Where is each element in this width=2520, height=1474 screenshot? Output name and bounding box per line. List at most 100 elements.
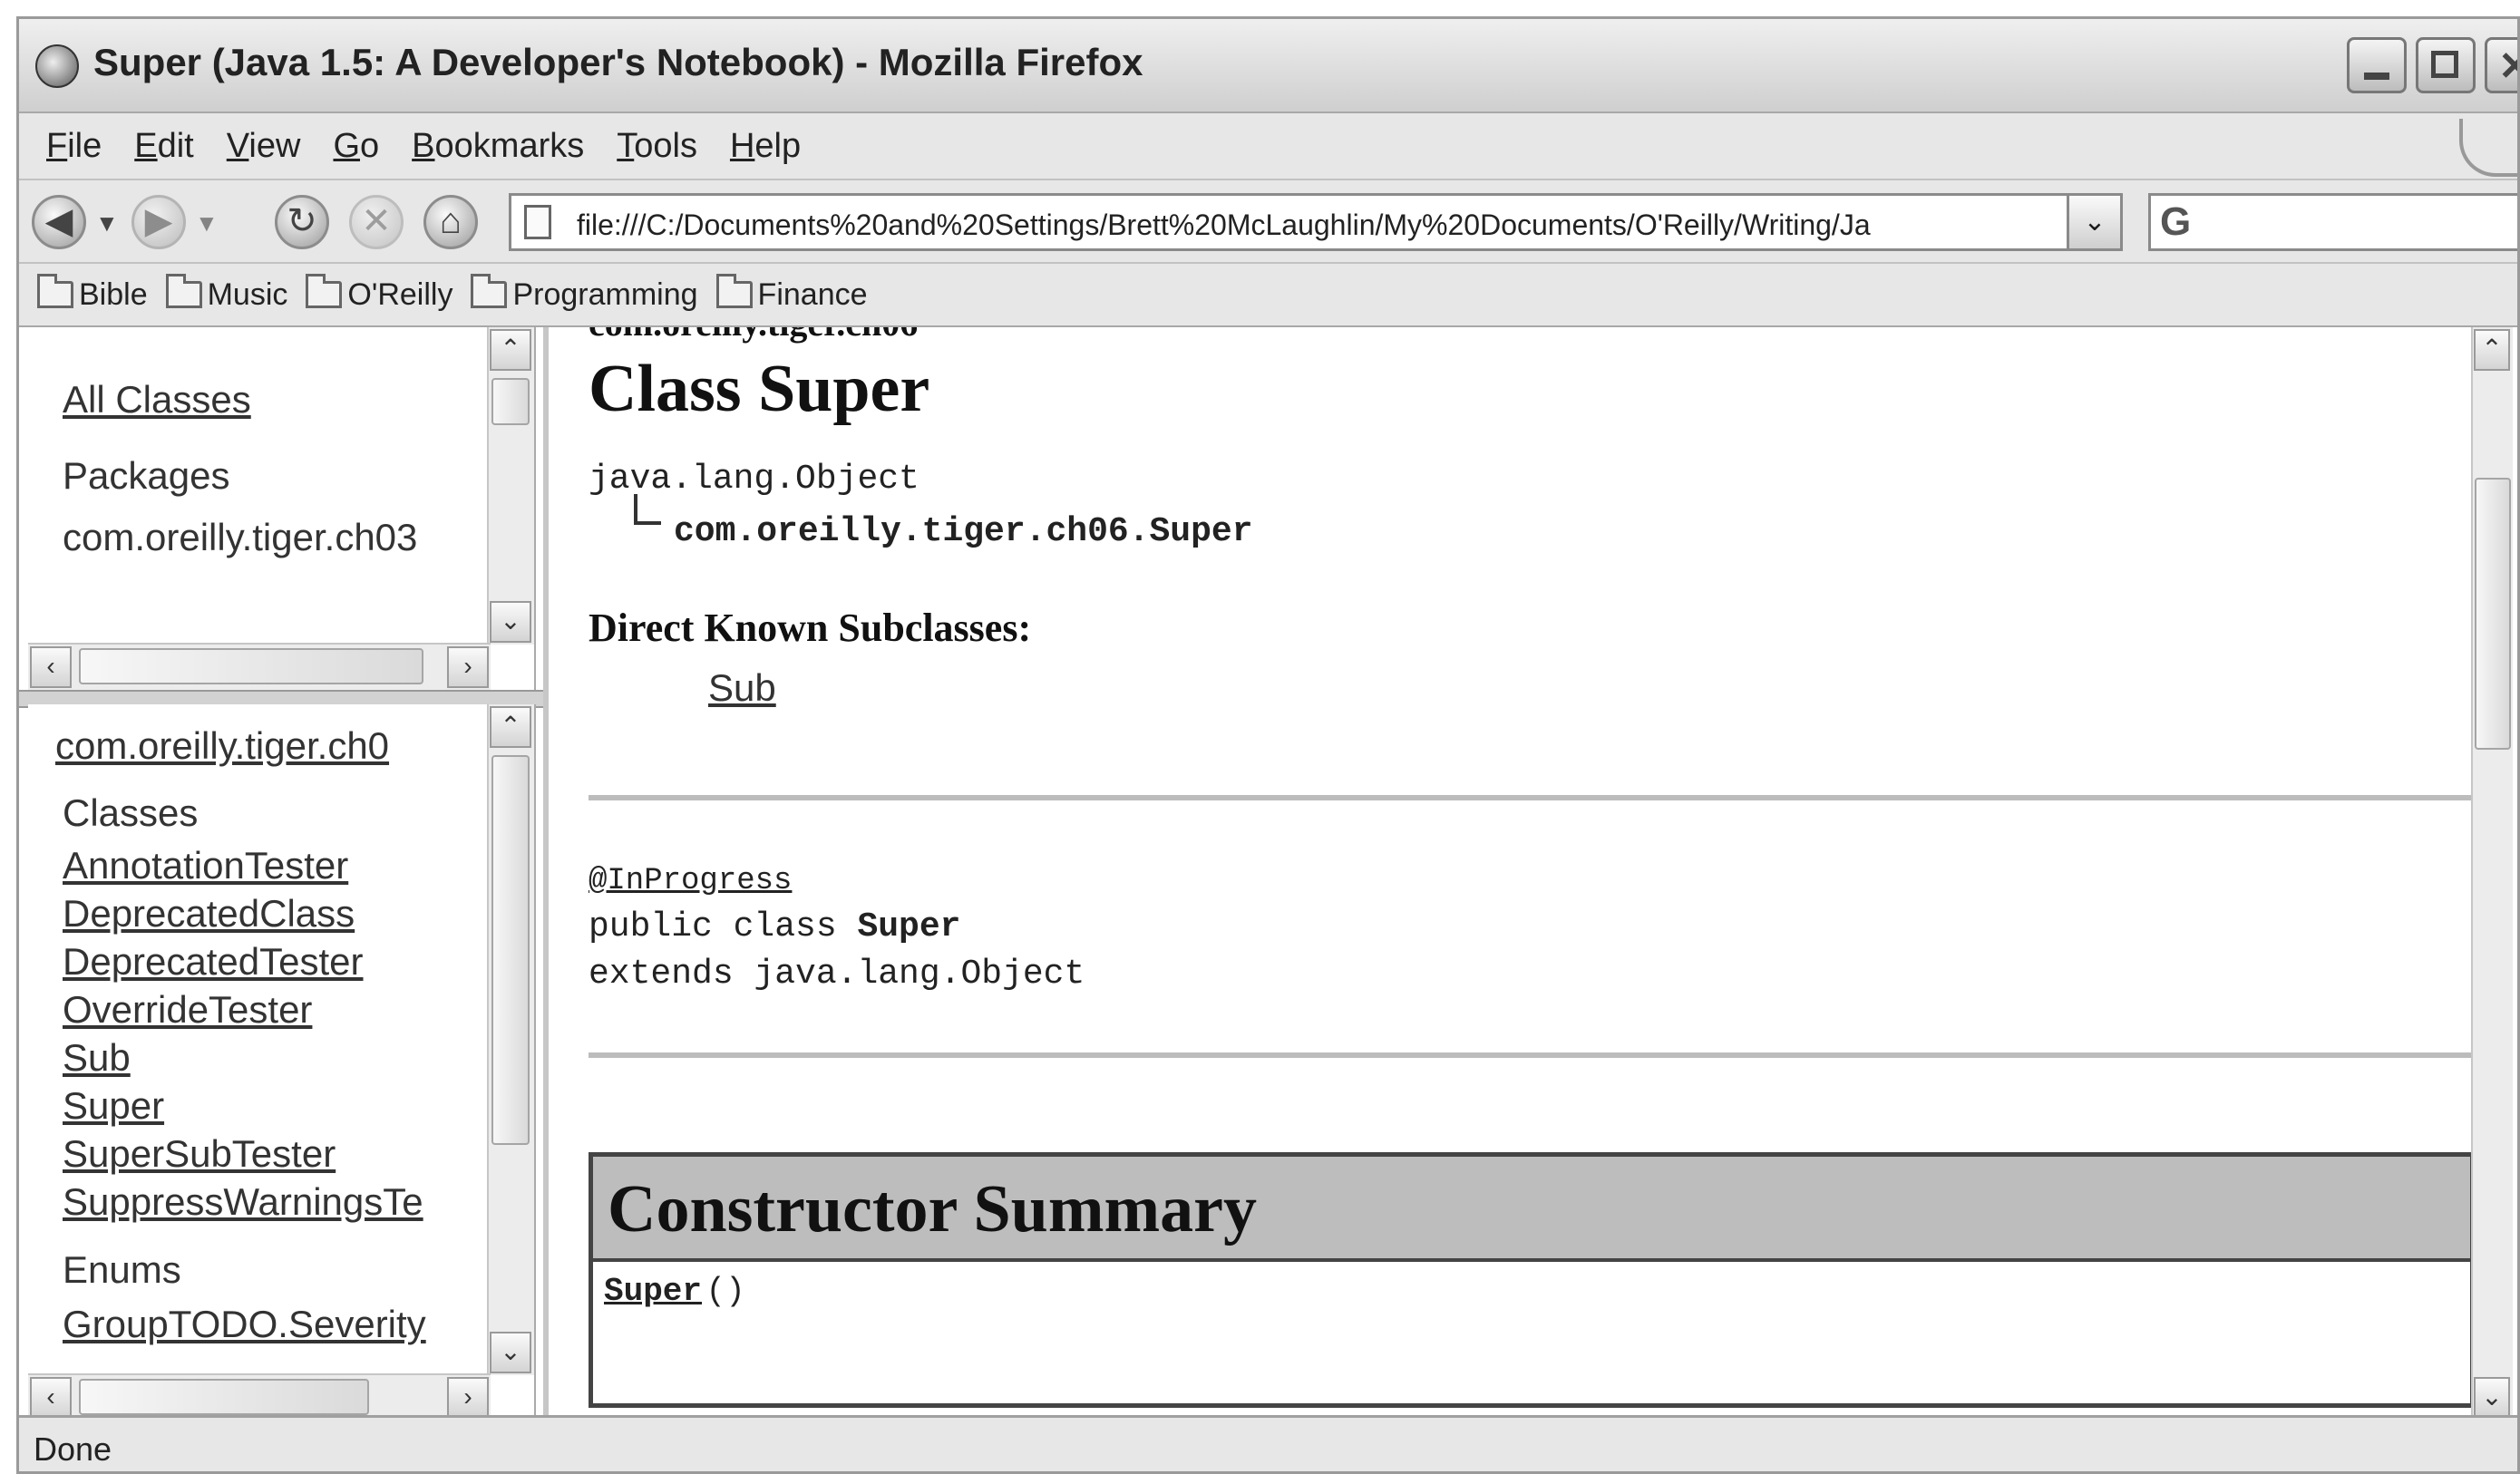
scroll-thumb[interactable] — [2475, 478, 2511, 750]
packages-heading: Packages — [63, 454, 230, 497]
class-list: AnnotationTester DeprecatedClass Depreca… — [63, 844, 423, 1228]
menu-go[interactable]: Go — [333, 127, 379, 166]
scroll-up-icon[interactable]: ⌃ — [490, 329, 531, 371]
folder-icon — [715, 274, 753, 308]
summary-title: Constructor Summary — [608, 1172, 1257, 1246]
bookmark-finance[interactable]: Finance — [715, 274, 868, 313]
constructor-row: Super () — [604, 1273, 745, 1310]
search-input[interactable]: G — [2148, 193, 2517, 251]
package-link[interactable]: com.oreilly.tiger.ch03 — [63, 516, 417, 559]
navigation-toolbar: ◀ ▼ ▶ ▼ ↻ ✕ ⌂ file:///C:/Documents%20and… — [19, 180, 2517, 264]
stop-button[interactable]: ✕ — [349, 195, 404, 249]
folder-icon — [37, 274, 73, 308]
annotation-link[interactable]: @InProgress — [589, 864, 792, 898]
divider — [589, 795, 2475, 800]
folder-icon — [165, 274, 202, 308]
menu-bookmarks[interactable]: Bookmarks — [412, 127, 584, 166]
menu-help[interactable]: Help — [730, 127, 801, 166]
bookmark-bible[interactable]: Bible — [37, 274, 148, 313]
class-link-supersubtester[interactable]: SuperSubTester — [63, 1132, 423, 1180]
browser-window: Super (Java 1.5: A Developer's Notebook)… — [16, 16, 2520, 1474]
scroll-down-icon[interactable]: ⌄ — [2474, 1377, 2510, 1419]
menu-bar: File Edit View Go Bookmarks Tools Help — [19, 113, 2517, 180]
bookmark-label: Programming — [512, 276, 698, 312]
class-link-annotationtester[interactable]: AnnotationTester — [63, 844, 423, 892]
page-title: Class Super — [589, 352, 930, 426]
classes-vertical-scrollbar[interactable]: ⌃ ⌄ — [487, 704, 534, 1375]
url-dropdown-icon[interactable]: ⌄ — [2067, 196, 2120, 248]
menu-file[interactable]: File — [46, 127, 102, 166]
folder-icon — [306, 274, 343, 308]
page-content: All Classes Packages com.oreilly.tiger.c… — [19, 327, 2517, 1421]
bookmarks-toolbar: Bible Music O'Reilly Programming Finance — [19, 264, 2517, 327]
status-bar: Done — [19, 1415, 2517, 1471]
constructor-link[interactable]: Super — [604, 1273, 702, 1310]
scroll-thumb[interactable] — [491, 755, 530, 1145]
scroll-right-icon[interactable]: › — [447, 1377, 489, 1419]
folder-icon — [471, 274, 508, 308]
window-controls — [2347, 37, 2517, 93]
close-button[interactable] — [2485, 37, 2517, 93]
subclass-link-sub[interactable]: Sub — [708, 666, 776, 710]
constructor-summary-table: Constructor Summary Super () — [589, 1152, 2475, 1408]
constructor-args: () — [705, 1273, 745, 1310]
maximize-button[interactable] — [2416, 37, 2476, 93]
search-engine-icon[interactable]: G — [2160, 199, 2191, 245]
title-bar: Super (Java 1.5: A Developer's Notebook)… — [19, 19, 2517, 113]
back-dropdown-icon[interactable]: ▼ — [95, 209, 119, 238]
reload-button[interactable]: ↻ — [275, 195, 329, 249]
home-button[interactable]: ⌂ — [423, 195, 478, 249]
scroll-up-icon[interactable]: ⌃ — [2474, 329, 2510, 371]
bookmark-oreilly[interactable]: O'Reilly — [306, 274, 453, 313]
forward-button[interactable]: ▶ — [131, 195, 186, 249]
packages-horizontal-scrollbar[interactable]: ‹ › — [28, 643, 491, 690]
packages-frame: All Classes Packages com.oreilly.tiger.c… — [28, 327, 536, 690]
address-bar[interactable]: file:///C:/Documents%20and%20Settings/Br… — [509, 193, 2123, 251]
packages-vertical-scrollbar[interactable]: ⌃ ⌄ — [487, 327, 534, 645]
window-title: Super (Java 1.5: A Developer's Notebook)… — [93, 41, 1143, 83]
scroll-down-icon[interactable]: ⌄ — [490, 1332, 531, 1373]
hierarchy-parent: java.lang.Object — [589, 460, 919, 499]
class-link-deprecatedclass[interactable]: DeprecatedClass — [63, 892, 423, 940]
scroll-left-icon[interactable]: ‹ — [30, 1377, 72, 1419]
menu-tools[interactable]: Tools — [617, 127, 697, 166]
class-link-sub[interactable]: Sub — [63, 1036, 423, 1084]
bookmark-label: Bible — [79, 276, 148, 312]
extends-line: extends java.lang.Object — [589, 955, 1085, 994]
throbber-icon — [2459, 119, 2517, 177]
bookmark-label: Music — [207, 276, 288, 312]
class-link-super[interactable]: Super — [63, 1084, 423, 1132]
classes-heading: Classes — [63, 791, 199, 834]
bookmark-programming[interactable]: Programming — [471, 274, 698, 313]
scroll-thumb[interactable] — [491, 378, 530, 425]
hierarchy-connector — [634, 494, 661, 525]
bookmark-music[interactable]: Music — [165, 274, 288, 313]
scroll-right-icon[interactable]: › — [447, 646, 489, 688]
scroll-up-icon[interactable]: ⌃ — [490, 706, 531, 748]
url-text[interactable]: file:///C:/Documents%20and%20Settings/Br… — [577, 208, 2046, 242]
scroll-thumb[interactable] — [79, 1379, 369, 1415]
package-title-link[interactable]: com.oreilly.tiger.ch0 — [55, 724, 389, 768]
class-link-suppresswarningstester[interactable]: SuppressWarningsTe — [63, 1180, 423, 1228]
main-vertical-scrollbar[interactable]: ⌃ ⌄ — [2471, 327, 2513, 1421]
bookmark-label: O'Reilly — [347, 276, 453, 312]
hierarchy-child: com.oreilly.tiger.ch06.Super — [674, 512, 1253, 551]
class-link-overridetester[interactable]: OverrideTester — [63, 988, 423, 1036]
declaration-prefix: public class — [589, 907, 858, 946]
enums-heading: Enums — [63, 1248, 181, 1291]
menu-view[interactable]: View — [227, 127, 301, 166]
declaration-name: Super — [857, 907, 961, 946]
firefox-icon — [35, 44, 79, 88]
minimize-button[interactable] — [2347, 37, 2407, 93]
back-button[interactable]: ◀ — [32, 195, 86, 249]
scroll-left-icon[interactable]: ‹ — [30, 646, 72, 688]
scroll-thumb[interactable] — [79, 648, 423, 684]
menu-edit[interactable]: Edit — [134, 127, 194, 166]
classes-horizontal-scrollbar[interactable]: ‹ › — [28, 1373, 491, 1421]
class-link-deprecatedtester[interactable]: DeprecatedTester — [63, 940, 423, 988]
divider — [589, 1052, 2475, 1058]
scroll-down-icon[interactable]: ⌄ — [490, 601, 531, 643]
forward-dropdown-icon[interactable]: ▼ — [195, 209, 219, 238]
all-classes-link[interactable]: All Classes — [63, 378, 251, 422]
enum-link-grouptodo-severity[interactable]: GroupTODO.Severity — [63, 1303, 426, 1346]
